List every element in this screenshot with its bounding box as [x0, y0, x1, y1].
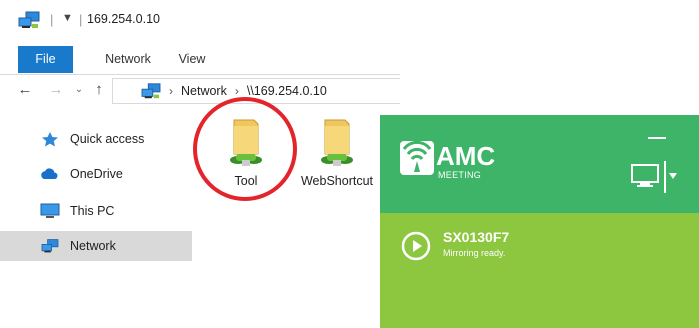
amc-app-name: AMC [436, 141, 496, 171]
file-list: Tool WebShortcut [195, 106, 400, 268]
sidebar-item-this-pc[interactable]: This PC [0, 196, 192, 226]
amc-app-subtitle: MEETING [438, 170, 482, 180]
tab-network[interactable]: Network [98, 46, 158, 73]
tab-view[interactable]: View [172, 46, 212, 73]
navigation-bar: ← → ⌄ ↑ › Network › \\169.254.0.10 [0, 76, 400, 106]
chevron-right-icon[interactable]: › [169, 84, 173, 98]
sidebar-item-label: Quick access [70, 132, 145, 146]
ribbon-divider [0, 74, 400, 75]
network-icon [18, 11, 40, 28]
amc-meeting-panel: AMC MEETING SX0130F7 Mirroring ready. [380, 115, 699, 328]
folder-item-webshortcut[interactable]: WebShortcut [298, 116, 376, 189]
file-explorer-window: | ▼ | 169.254.0.10 File Network View ← →… [0, 0, 400, 268]
address-bar[interactable]: › Network › \\169.254.0.10 [112, 78, 400, 104]
folder-item-tool[interactable]: Tool [207, 116, 285, 189]
network-icon [141, 83, 161, 99]
back-arrow-icon[interactable]: ← [16, 80, 34, 100]
sidebar-item-onedrive[interactable]: OneDrive [0, 159, 192, 189]
sidebar-item-label: OneDrive [70, 167, 123, 181]
navigation-pane: Quick access OneDrive This PC Network [0, 120, 192, 268]
sidebar-item-network[interactable]: Network [0, 231, 192, 261]
forward-arrow-icon[interactable]: → [47, 80, 65, 100]
shared-folder-icon [321, 119, 353, 166]
shared-folder-icon [230, 119, 262, 166]
cloud-icon [41, 168, 58, 179]
minimize-icon[interactable] [648, 137, 666, 139]
sidebar-item-quick-access[interactable]: Quick access [0, 124, 192, 154]
title-separator: | [79, 12, 83, 27]
network-icon [41, 239, 59, 253]
computer-icon [40, 203, 60, 218]
chevron-right-icon[interactable]: › [235, 84, 239, 98]
up-arrow-icon[interactable]: ↑ [90, 80, 108, 100]
ribbon-tabs: File Network View [0, 46, 400, 74]
folder-name: Tool [234, 174, 258, 188]
star-icon [42, 132, 58, 147]
display-dropdown-icon[interactable] [630, 159, 680, 199]
device-status: Mirroring ready. [443, 248, 506, 258]
play-icon[interactable] [400, 230, 432, 262]
sidebar-item-label: Network [70, 239, 116, 253]
sidebar-item-label: This PC [70, 204, 115, 218]
recent-locations-chevron-icon[interactable]: ⌄ [70, 80, 88, 100]
breadcrumb-host[interactable]: \\169.254.0.10 [247, 84, 327, 98]
tab-file[interactable]: File [18, 46, 73, 73]
device-name: SX0130F7 [443, 229, 510, 245]
title-separator: | [50, 12, 54, 27]
title-bar: | ▼ | 169.254.0.10 [0, 0, 400, 40]
amc-logo-icon [400, 141, 434, 175]
breadcrumb-network[interactable]: Network [181, 84, 227, 98]
quick-access-toolbar-dropdown[interactable]: ▼ [62, 12, 73, 24]
folder-name: WebShortcut [300, 174, 374, 188]
window-title: 169.254.0.10 [87, 12, 160, 26]
